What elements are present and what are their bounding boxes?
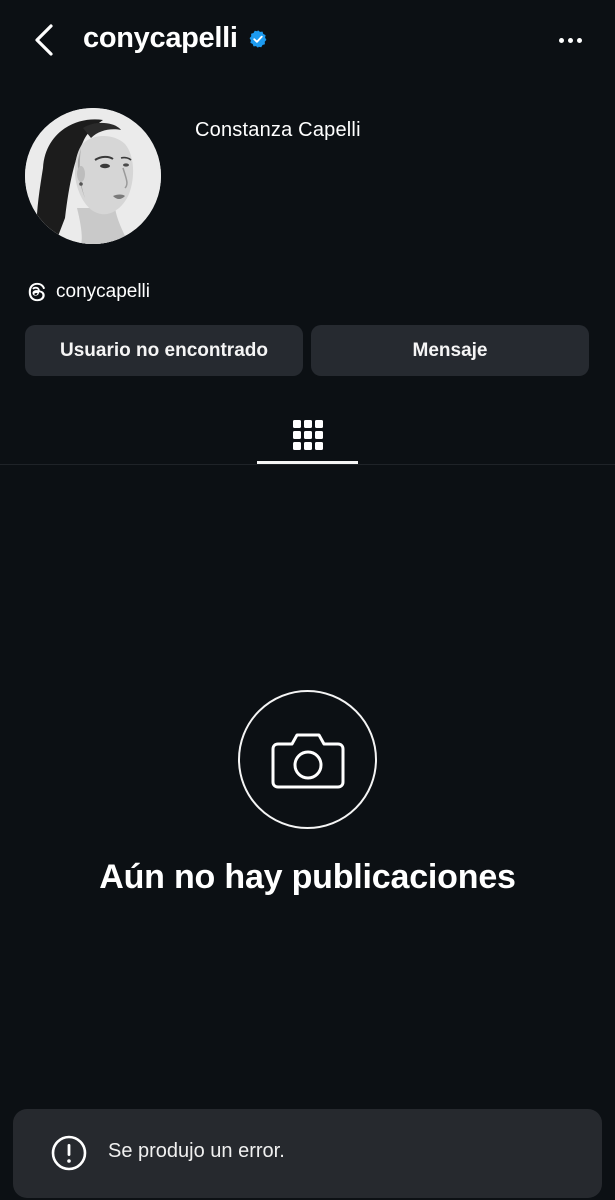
more-options-button[interactable] [553, 26, 587, 54]
chevron-left-icon [35, 24, 53, 56]
exclamation-circle-icon [51, 1135, 87, 1171]
user-not-found-button[interactable]: Usuario no encontrado [25, 325, 303, 376]
error-toast: Se produjo un error. [13, 1109, 602, 1198]
empty-state-title: Aún no hay publicaciones [99, 858, 516, 896]
verified-badge-icon [248, 29, 268, 49]
more-dot [576, 37, 582, 43]
more-dot [558, 37, 564, 43]
toast-message: Se produjo un error. [108, 1140, 285, 1162]
empty-state-camera [238, 690, 377, 829]
profile-photo [25, 108, 161, 244]
display-name: Constanza Capelli [195, 119, 361, 141]
grid-icon [292, 419, 323, 450]
tab-divider [0, 464, 615, 465]
message-button[interactable]: Mensaje [311, 325, 589, 376]
threads-icon [28, 282, 46, 302]
tab-posts-grid[interactable] [257, 405, 358, 464]
back-button[interactable] [26, 20, 62, 60]
profile-header: conycapelli [0, 0, 615, 84]
camera-icon [271, 733, 344, 788]
username-group: conycapelli [83, 22, 268, 55]
username: conycapelli [83, 22, 238, 54]
avatar[interactable] [25, 108, 161, 244]
threads-link[interactable]: conycapelli [26, 281, 150, 303]
threads-handle: conycapelli [56, 281, 150, 302]
more-dot [567, 37, 573, 43]
profile-page: conycapelli Constanza Capelli conycapell… [0, 0, 615, 1200]
